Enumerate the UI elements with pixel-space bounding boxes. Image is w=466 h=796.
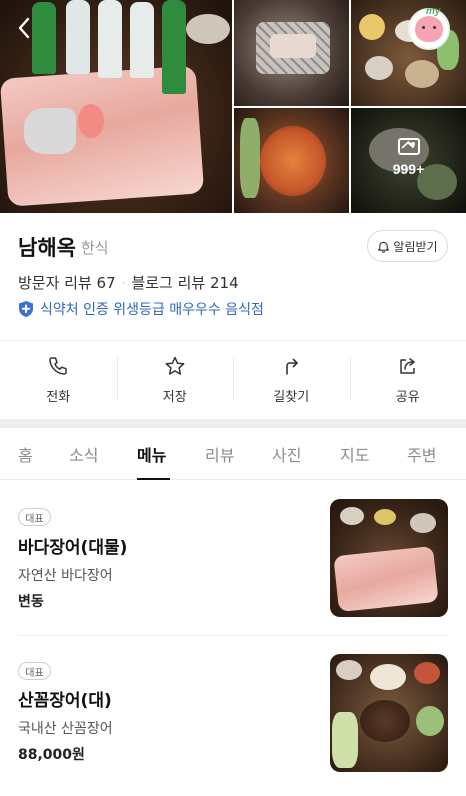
save-button[interactable]: 저장 [116, 341, 234, 418]
notify-button[interactable]: 알림받기 [367, 230, 448, 262]
phone-icon [49, 356, 67, 375]
directions-label: 길찾기 [273, 389, 310, 405]
spicy-dish-photo[interactable] [234, 108, 349, 213]
tab-photos[interactable]: 사진 [272, 442, 301, 466]
representative-badge: 대표 [18, 662, 51, 680]
notify-label: 알림받기 [393, 239, 438, 254]
review-stats: 방문자 리뷰 67 · 블로그 리뷰 214 [18, 272, 239, 293]
my-label: my [426, 6, 441, 17]
tab-reviews[interactable]: 리뷰 [205, 442, 234, 466]
tab-home[interactable]: 홈 [18, 442, 33, 466]
call-button[interactable]: 전화 [0, 341, 117, 418]
tab-menu[interactable]: 메뉴 [137, 442, 166, 466]
menu-item-name: 산꼼장어(대) [18, 691, 112, 711]
hygiene-certification[interactable]: 식약처 인증 위생등급 매우우수 음식점 [18, 299, 264, 319]
star-icon [165, 356, 185, 375]
call-label: 전화 [46, 389, 71, 405]
tab-map[interactable]: 지도 [340, 442, 369, 466]
tab-nearby[interactable]: 주변 [407, 442, 436, 466]
menu-item[interactable]: 대표 산꼼장어(대) 국내산 산꼼장어 88,000원 [0, 636, 466, 796]
grill-photo[interactable] [234, 0, 349, 106]
directions-button[interactable]: 길찾기 [233, 341, 350, 418]
menu-item-photo[interactable] [330, 654, 448, 772]
avatar-face-icon [415, 16, 443, 42]
tab-bar: 홈 소식 메뉴 리뷰 사진 지도 주변 [0, 428, 466, 480]
bell-icon [378, 241, 390, 253]
menu-item-description: 국내산 산꼼장어 [18, 721, 113, 737]
photo-gallery: 999+ my [0, 0, 466, 213]
menu-item-photo[interactable] [330, 499, 448, 617]
place-category: 한식 [81, 239, 109, 257]
certification-label: 식약처 인증 위생등급 매우우수 음식점 [40, 302, 264, 318]
action-bar: 전화 저장 길찾기 공유 [0, 340, 466, 418]
shield-icon [19, 301, 33, 317]
tab-news[interactable]: 소식 [69, 442, 98, 466]
side-dishes-photo[interactable] [351, 0, 466, 106]
photo-count: 999+ [392, 161, 425, 177]
photo-icon [397, 138, 420, 155]
save-label: 저장 [162, 389, 187, 405]
place-name: 남해옥 [18, 236, 76, 260]
menu-item-description: 자연산 바다장어 [18, 568, 113, 584]
more-photos-tile[interactable]: 999+ [351, 108, 466, 213]
blog-reviews-link[interactable]: 블로그 리뷰 214 [131, 272, 238, 293]
section-divider [0, 419, 466, 428]
menu-item-price: 변동 [18, 594, 44, 610]
back-button[interactable] [10, 14, 38, 42]
menu-item-name: 바다장어(대물) [18, 538, 128, 558]
active-tab-indicator [137, 478, 170, 480]
chevron-left-icon [18, 17, 30, 39]
share-button[interactable]: 공유 [349, 341, 466, 418]
share-label: 공유 [395, 389, 420, 405]
visitor-reviews-link[interactable]: 방문자 리뷰 67 [18, 272, 116, 293]
representative-badge: 대표 [18, 508, 51, 526]
menu-item[interactable]: 대표 바다장어(대물) 자연산 바다장어 변동 [0, 481, 466, 635]
stats-separator: · [121, 275, 126, 290]
menu-item-price: 88,000원 [18, 747, 85, 763]
directions-icon [286, 358, 299, 375]
share-icon [400, 357, 415, 374]
